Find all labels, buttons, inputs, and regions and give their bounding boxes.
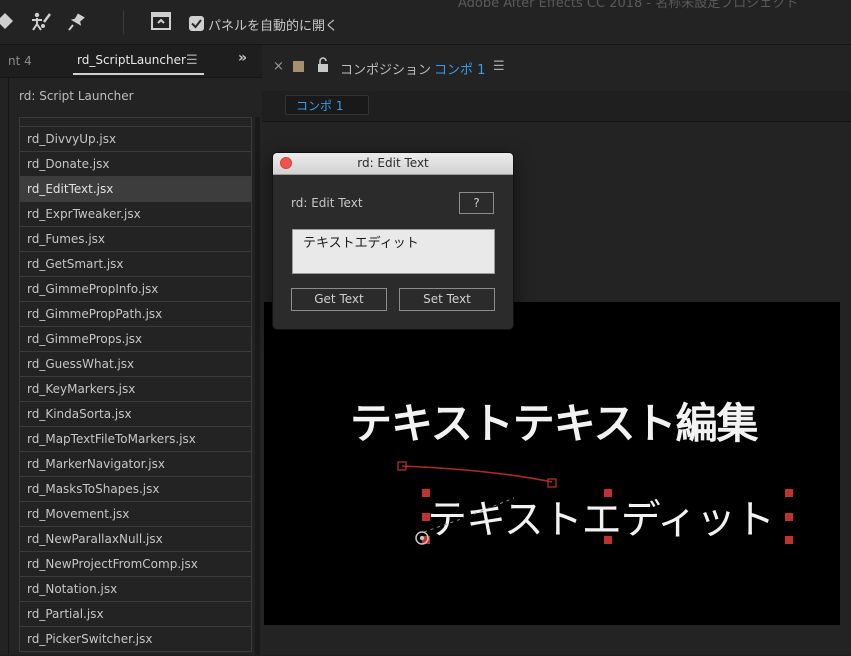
comp-title-name[interactable]: コンポ 1 bbox=[434, 59, 485, 78]
auto-open-checkbox[interactable] bbox=[189, 16, 204, 31]
unlock-icon[interactable] bbox=[317, 57, 329, 73]
comp-color-swatch[interactable] bbox=[293, 61, 304, 72]
list-item[interactable]: rd_EditText.jsx bbox=[19, 177, 252, 202]
pen-tool-icon[interactable] bbox=[0, 10, 16, 32]
tab-comp-1[interactable]: コンポ 1 bbox=[285, 95, 369, 115]
list-item[interactable]: rd_KeyMarkers.jsx bbox=[19, 377, 252, 402]
list-item[interactable]: rd_NewProjectFromComp.jsx bbox=[19, 552, 252, 577]
get-text-button[interactable]: Get Text bbox=[291, 288, 387, 311]
composition-canvas[interactable]: テキストテキスト編集 テキストエディット bbox=[264, 302, 840, 625]
top-toolbar: Adobe After Effects CC 2018 - 名称未設定プロジェク… bbox=[0, 0, 851, 45]
edit-text-field[interactable]: テキストエディット bbox=[292, 229, 495, 274]
list-item[interactable]: rd_Movement.jsx bbox=[19, 502, 252, 527]
list-item[interactable]: rd_GimmePropPath.jsx bbox=[19, 302, 252, 327]
tab-script-launcher[interactable]: rd_ScriptLauncher bbox=[77, 53, 186, 67]
panel-title: rd: Script Launcher bbox=[19, 89, 134, 103]
list-item[interactable]: rd_GetSmart.jsx bbox=[19, 252, 252, 277]
list-item[interactable]: rd_PickerSwitcher.jsx bbox=[19, 627, 252, 652]
dialog-title: rd: Edit Text bbox=[357, 156, 429, 170]
list-item[interactable]: rd_Donate.jsx bbox=[19, 152, 252, 177]
pin-icon[interactable] bbox=[66, 10, 88, 32]
list-item[interactable]: rd_MarkerNavigator.jsx bbox=[19, 452, 252, 477]
left-panel-tabbar: nt 4 rd_ScriptLauncher ☰ » bbox=[0, 45, 262, 78]
comp-title-prefix: コンポジション bbox=[340, 63, 432, 78]
comp-subtab-bar: コンポ 1 bbox=[262, 91, 851, 122]
set-text-button[interactable]: Set Text bbox=[399, 288, 495, 311]
panel-menu-icon[interactable]: ☰ bbox=[186, 53, 198, 68]
help-button[interactable]: ? bbox=[459, 192, 494, 214]
workspace-icon[interactable] bbox=[150, 10, 172, 32]
composition-tabbar: × コンポジション コンポ 1 ☰ bbox=[262, 45, 851, 91]
composition-panel: × コンポジション コンポ 1 ☰ コンポ 1 テキストテキスト編集 テキストエ… bbox=[262, 45, 851, 655]
list-item[interactable]: rd_GimmeProps.jsx bbox=[19, 327, 252, 352]
panel-overflow-icon[interactable]: » bbox=[238, 50, 247, 66]
list-item[interactable]: rd_MasksToShapes.jsx bbox=[19, 477, 252, 502]
edit-text-dialog: rd: Edit Text rd: Edit Text ? テキストエディット … bbox=[272, 152, 514, 330]
script-list[interactable]: rd_DivvyUp.jsx rd_Donate.jsx rd_EditText.j… bbox=[19, 117, 252, 656]
list-item[interactable]: rd_Notation.jsx bbox=[19, 577, 252, 602]
list-item[interactable]: rd_Fumes.jsx bbox=[19, 227, 252, 252]
list-item[interactable]: rd_DivvyUp.jsx bbox=[19, 127, 252, 152]
active-tab-indicator bbox=[73, 73, 204, 75]
scrollbar[interactable] bbox=[255, 117, 260, 655]
panel-divider bbox=[8, 77, 9, 655]
toolbar-separator bbox=[123, 10, 124, 34]
list-item[interactable]: rd_MapTextFileToMarkers.jsx bbox=[19, 427, 252, 452]
list-item[interactable] bbox=[19, 118, 252, 127]
app-title: Adobe After Effects CC 2018 - 名称未設定プロジェク… bbox=[458, 0, 799, 11]
puppet-pin-icon[interactable] bbox=[30, 10, 52, 32]
list-item[interactable]: rd_Partial.jsx bbox=[19, 602, 252, 627]
list-item[interactable]: rd_GimmePropInfo.jsx bbox=[19, 277, 252, 302]
dialog-titlebar[interactable]: rd: Edit Text bbox=[273, 153, 513, 175]
comp-menu-icon[interactable]: ☰ bbox=[493, 59, 505, 74]
list-item[interactable]: rd_ExprTweaker.jsx bbox=[19, 202, 252, 227]
script-launcher-panel: nt 4 rd_ScriptLauncher ☰ » rd: Script La… bbox=[0, 45, 262, 655]
auto-open-label: パネルを自動的に開く bbox=[208, 19, 339, 34]
dialog-label: rd: Edit Text bbox=[291, 196, 363, 210]
list-item[interactable]: rd_KindaSorta.jsx bbox=[19, 402, 252, 427]
tab-partial[interactable]: nt 4 bbox=[8, 54, 32, 68]
list-item[interactable]: rd_NewParallaxNull.jsx bbox=[19, 527, 252, 552]
close-icon[interactable]: × bbox=[273, 59, 284, 74]
list-item[interactable]: rd_GuessWhat.jsx bbox=[19, 352, 252, 377]
motion-path-overlay bbox=[397, 461, 793, 545]
